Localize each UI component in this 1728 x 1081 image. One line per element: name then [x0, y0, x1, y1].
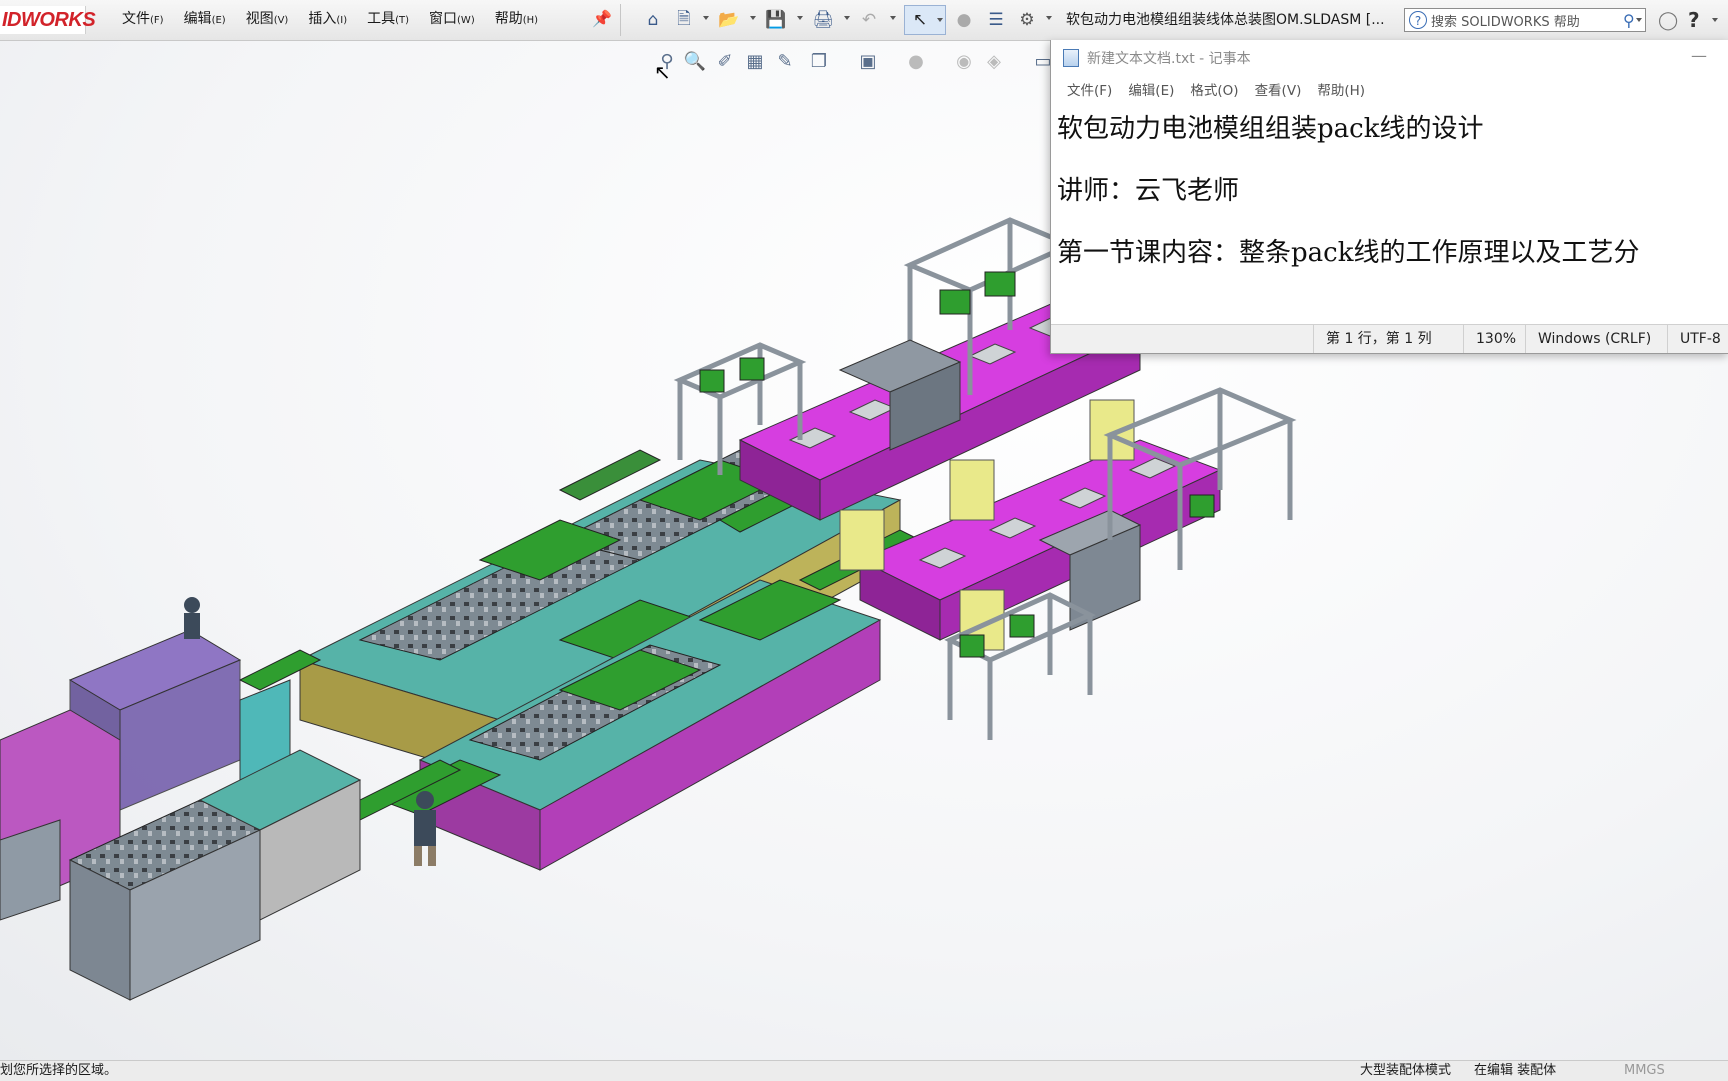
- text-line: 软包动力电池模组组装pack线的设计: [1057, 114, 1484, 144]
- notepad-text-area[interactable]: 软包动力电池模组组装pack线的设计 讲师：云飞老师 第一节课内容：整条pack…: [1057, 98, 1727, 308]
- help-icon[interactable]: ?: [1688, 8, 1700, 32]
- help-question-icon: ?: [1409, 11, 1427, 29]
- undo-dropdown-caret[interactable]: [890, 16, 896, 20]
- notepad-menu-file[interactable]: 文件(F): [1059, 79, 1120, 99]
- text-line: 讲师：云飞老师: [1057, 176, 1240, 206]
- notepad-window[interactable]: 新建文本文档.txt - 记事本 — 文件(F) 编辑(E) 格式(O) 查看(…: [1050, 40, 1728, 354]
- help-search-box[interactable]: ? 搜索 SOLIDWORKS 帮助 ⚲: [1404, 8, 1646, 32]
- toolbar-divider: [620, 4, 621, 36]
- solidworks-logo: IDWORKS: [0, 6, 96, 34]
- user-icon[interactable]: ◯: [1658, 10, 1678, 31]
- search-dropdown-caret[interactable]: [1636, 18, 1642, 22]
- menu-edit[interactable]: 编辑(E): [174, 0, 236, 41]
- cursor-position: 第 1 行，第 1 列: [1313, 325, 1461, 353]
- notepad-menu-edit[interactable]: 编辑(E): [1120, 79, 1182, 99]
- menu-file[interactable]: 文件(F): [112, 0, 174, 41]
- notepad-app-icon: [1063, 49, 1079, 67]
- help-search-placeholder: 搜索 SOLIDWORKS 帮助: [1431, 14, 1580, 30]
- minimize-icon[interactable]: —: [1691, 46, 1707, 65]
- unit-system[interactable]: MMGS: [1624, 1061, 1665, 1081]
- select-dropdown-caret[interactable]: [937, 18, 943, 22]
- menu-insert[interactable]: 插入(I): [298, 0, 357, 41]
- status-message: 划您所选择的区域。: [0, 1063, 118, 1078]
- home-icon[interactable]: ⌂: [642, 9, 664, 31]
- solidworks-menubar: IDWORKS 文件(F) 编辑(E) 视图(V) 插入(I) 工具(T) 窗口…: [0, 0, 1728, 41]
- menu-window[interactable]: 窗口(W): [419, 0, 485, 41]
- text-line: 第一节课内容：整条pack线的工作原理以及工艺分: [1057, 238, 1640, 268]
- notepad-title: 新建文本文档.txt - 记事本: [1087, 51, 1251, 67]
- select-tool-box[interactable]: ↖: [904, 5, 946, 35]
- dynamic-annotation-icon[interactable]: ✎: [772, 48, 798, 74]
- section-view-icon[interactable]: ▦: [742, 48, 768, 74]
- new-dropdown-caret[interactable]: [703, 16, 709, 20]
- solidworks-statusbar: 划您所选择的区域。 大型装配体模式 在编辑 装配体 MMGS: [0, 1060, 1728, 1081]
- mouse-cursor-icon: ↖: [654, 60, 671, 84]
- print-dropdown-caret[interactable]: [844, 16, 850, 20]
- editing-status: 在编辑 装配体: [1474, 1063, 1557, 1078]
- display-style-icon[interactable]: ▣: [855, 48, 881, 74]
- new-document-icon[interactable]: 🗎: [673, 9, 695, 31]
- notepad-statusbar: 第 1 行，第 1 列 130% Windows (CRLF) UTF-8: [1051, 324, 1728, 353]
- pin-icon[interactable]: 📌: [592, 11, 612, 27]
- notepad-menu-format[interactable]: 格式(O): [1182, 79, 1246, 99]
- document-title: 软包动力电池模组组装线体总装图OM.SLDASM [...: [1066, 12, 1385, 28]
- zoom-to-area-icon[interactable]: 🔍: [682, 48, 708, 74]
- options-dropdown-caret[interactable]: [1046, 16, 1052, 20]
- menu-view[interactable]: 视图(V): [236, 0, 299, 41]
- apply-scene-icon[interactable]: ◈: [981, 48, 1007, 74]
- hide-show-items-icon[interactable]: ●: [903, 48, 929, 74]
- edit-appearance-icon[interactable]: ◉: [951, 48, 977, 74]
- print-icon[interactable]: 🖨: [812, 9, 834, 31]
- large-assembly-mode: 大型装配体模式: [1360, 1063, 1452, 1078]
- select-icon[interactable]: ↖: [909, 9, 931, 31]
- undo-icon[interactable]: ↶: [858, 9, 880, 31]
- rebuild-icon[interactable]: ●: [953, 9, 975, 31]
- notepad-menu-help[interactable]: 帮助(H): [1309, 79, 1373, 99]
- file-properties-icon[interactable]: ☰: [985, 9, 1007, 31]
- menu-help[interactable]: 帮助(H): [485, 0, 548, 41]
- view-orientation-icon[interactable]: ❐: [806, 48, 832, 74]
- options-icon[interactable]: ⚙: [1016, 9, 1038, 31]
- open-icon[interactable]: 📂: [718, 9, 740, 31]
- zoom-level: 130%: [1463, 325, 1526, 353]
- main-menu: 文件(F) 编辑(E) 视图(V) 插入(I) 工具(T) 窗口(W) 帮助(H…: [112, 0, 548, 40]
- previous-view-icon[interactable]: ✐: [712, 48, 738, 74]
- menu-tools[interactable]: 工具(T): [357, 0, 419, 41]
- notepad-titlebar[interactable]: 新建文本文档.txt - 记事本 —: [1051, 40, 1728, 76]
- help-dropdown-caret[interactable]: [1712, 18, 1718, 22]
- save-icon[interactable]: 💾: [765, 9, 787, 31]
- line-ending: Windows (CRLF): [1525, 325, 1668, 353]
- save-dropdown-caret[interactable]: [797, 16, 803, 20]
- notepad-menu-view[interactable]: 查看(V): [1247, 79, 1310, 99]
- open-dropdown-caret[interactable]: [750, 16, 756, 20]
- encoding: UTF-8: [1667, 325, 1728, 353]
